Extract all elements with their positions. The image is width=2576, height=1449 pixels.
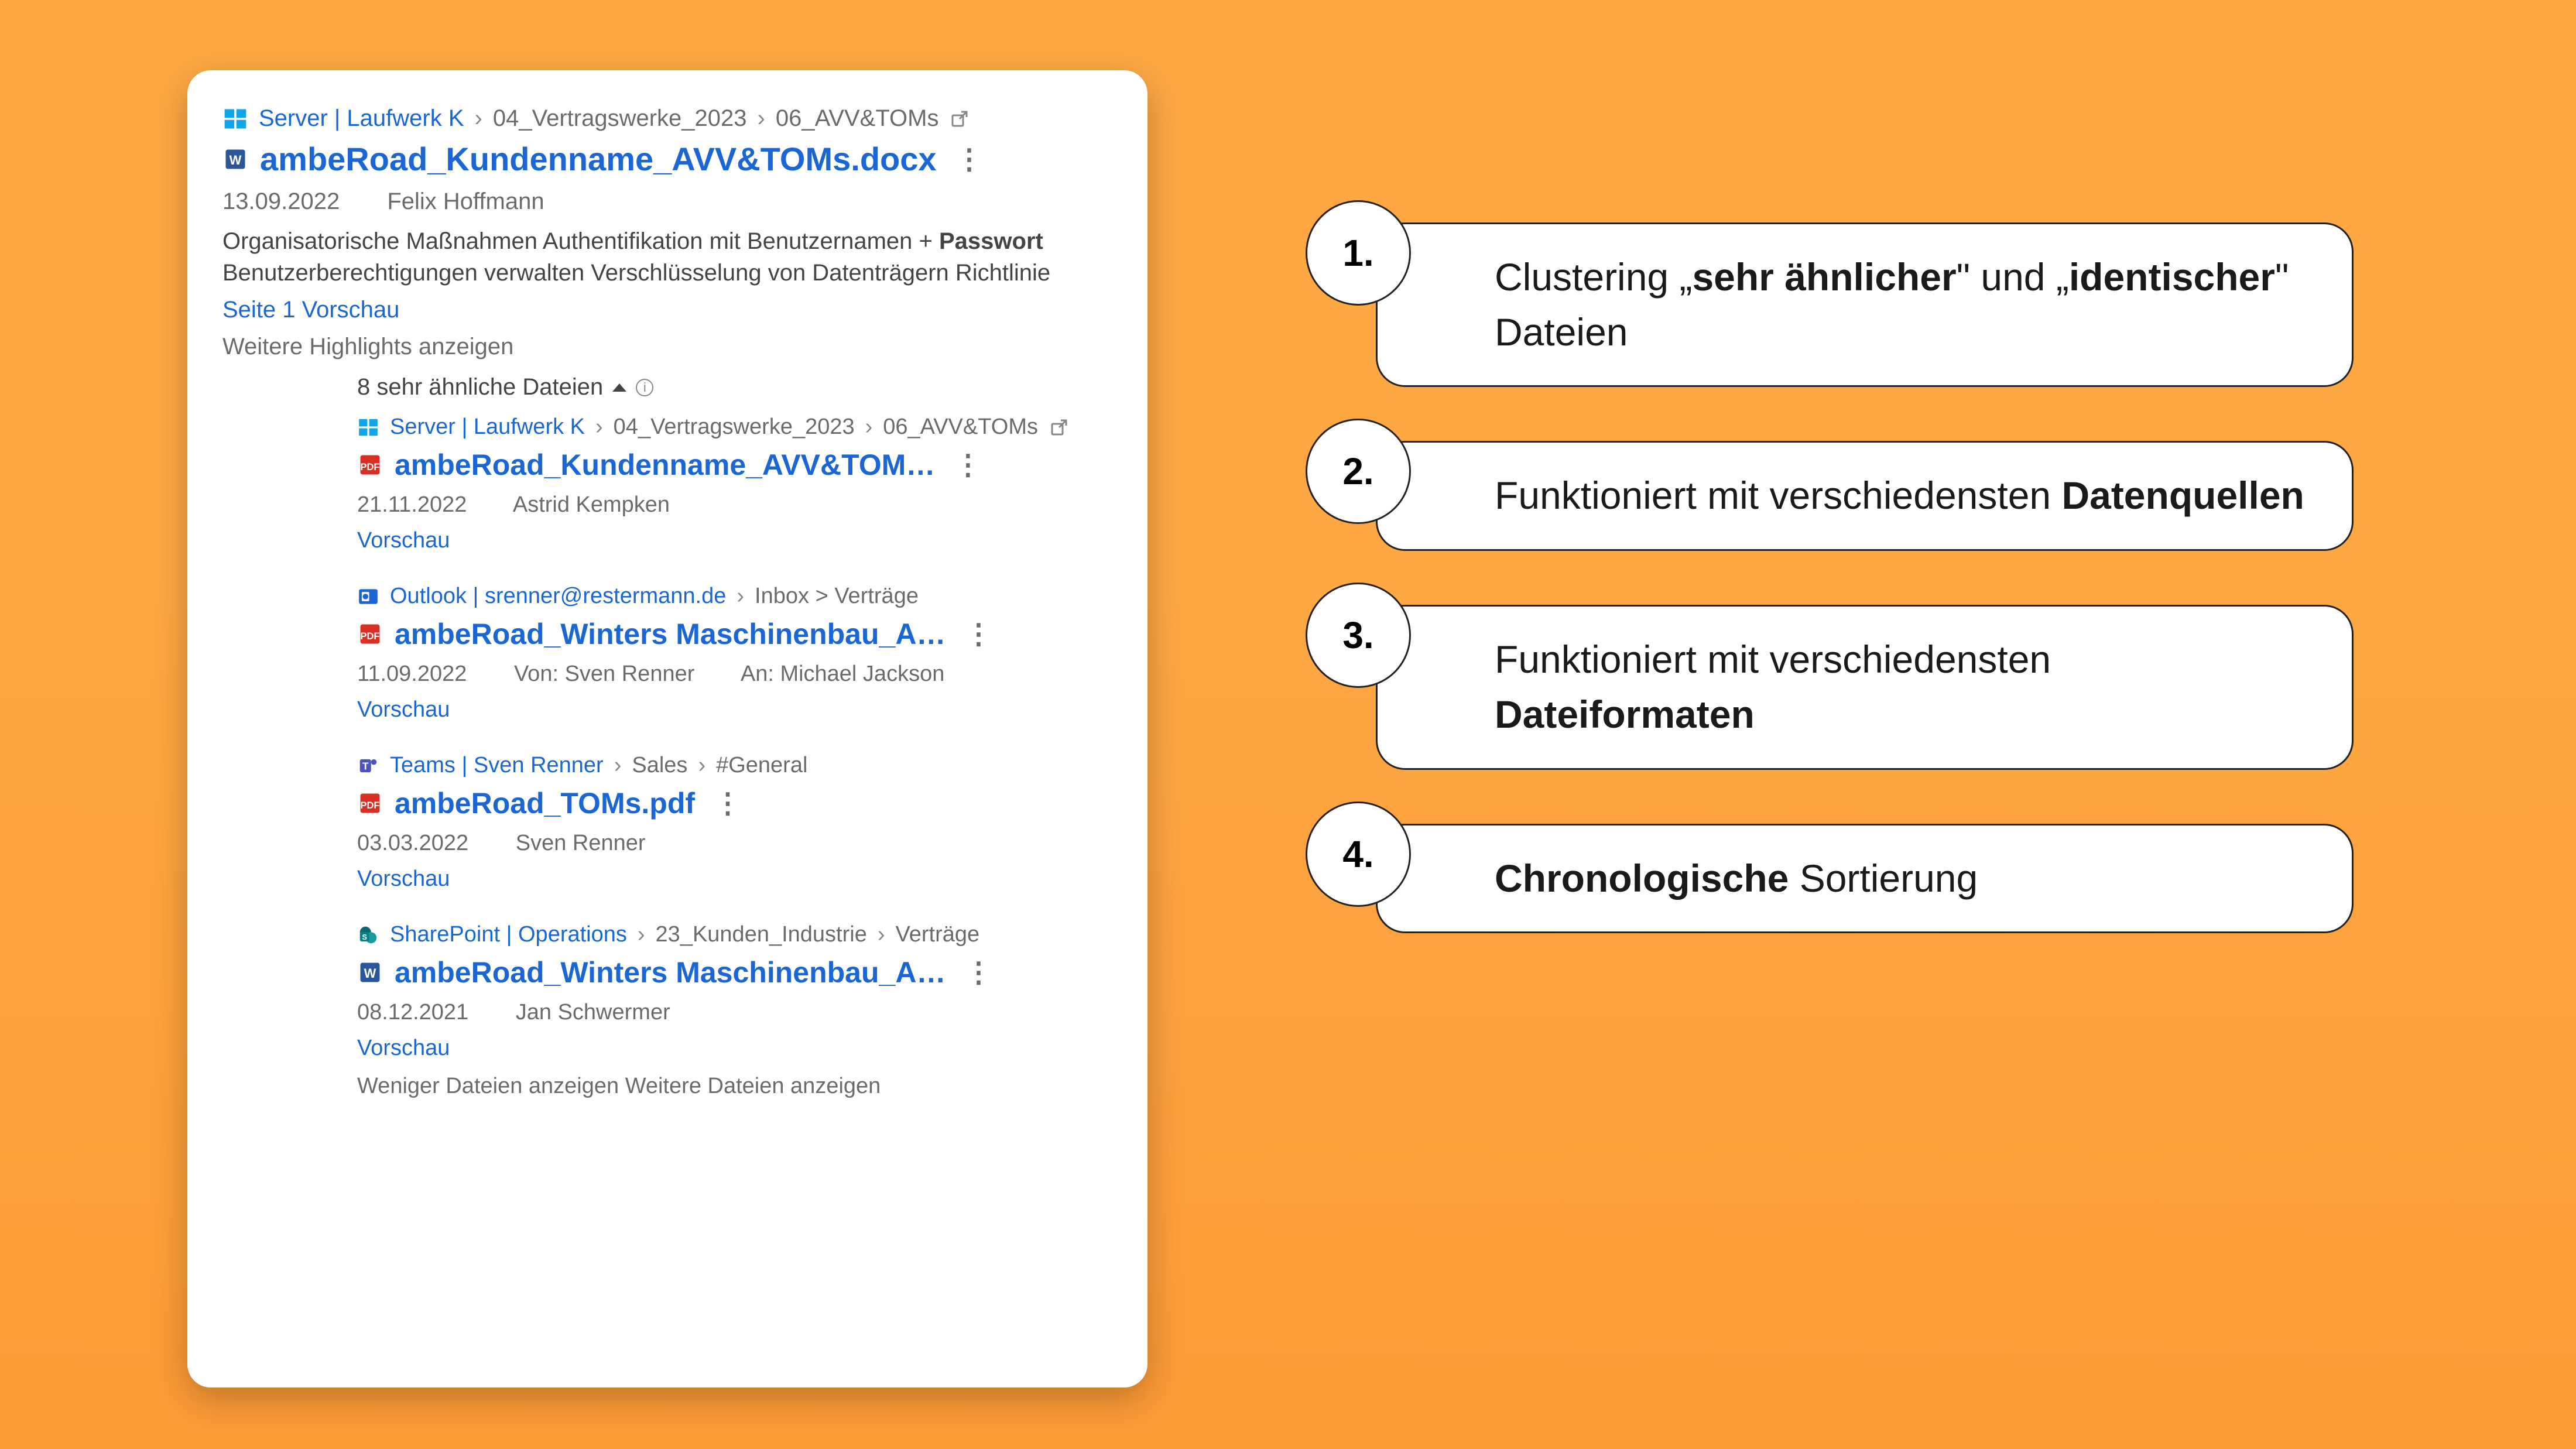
similar-file-item: Server | Laufwerk K › 04_Vertragswerke_2… bbox=[357, 415, 1112, 553]
callout-item: 2. Funktioniert mit verschiedensten Date… bbox=[1323, 441, 2354, 551]
callout-text: Chronologische Sortierung bbox=[1376, 824, 2354, 934]
callout-item: 1. Clustering „sehr ähnlicher" und „iden… bbox=[1323, 222, 2354, 387]
breadcrumb: Server | Laufwerk K › 04_Vertragswerke_2… bbox=[357, 415, 1112, 440]
result-date: 03.03.2022 bbox=[357, 831, 468, 855]
kebab-menu-icon[interactable]: ⋮ bbox=[957, 956, 999, 989]
callout-number: 4. bbox=[1306, 801, 1411, 907]
open-external-icon[interactable] bbox=[1049, 417, 1070, 438]
breadcrumb-source[interactable]: SharePoint | Operations bbox=[390, 922, 627, 947]
sharepoint-icon bbox=[357, 924, 379, 946]
result-meta: 08.12.2021 Jan Schwermer bbox=[357, 1000, 1112, 1025]
pdf-icon bbox=[357, 621, 383, 647]
callout-number: 3. bbox=[1306, 583, 1411, 688]
kebab-menu-icon[interactable]: ⋮ bbox=[948, 143, 991, 176]
info-icon[interactable]: i bbox=[636, 379, 653, 396]
breadcrumb-segment[interactable]: 23_Kunden_Industrie bbox=[656, 922, 867, 947]
breadcrumb-segment[interactable]: 04_Vertragswerke_2023 bbox=[493, 105, 747, 132]
callout-item: 4. Chronologische Sortierung bbox=[1323, 824, 2354, 934]
callout-number: 2. bbox=[1306, 419, 1411, 524]
chevron-icon: › bbox=[475, 105, 482, 132]
page-preview-link[interactable]: Seite 1 Vorschau bbox=[222, 297, 1112, 323]
preview-link[interactable]: Vorschau bbox=[357, 866, 1112, 892]
more-highlights-link[interactable]: Weitere Highlights anzeigen bbox=[222, 334, 1112, 360]
result-author: Sven Renner bbox=[516, 831, 646, 855]
pdf-icon bbox=[357, 790, 383, 816]
similar-file-item: Teams | Sven Renner › Sales › #General a… bbox=[357, 753, 1112, 892]
callout-item: 3. Funktioniert mit verschiedensten Date… bbox=[1323, 605, 2354, 769]
breadcrumb-segment[interactable]: 06_AVV&TOMs bbox=[883, 415, 1038, 440]
breadcrumb-source[interactable]: Server | Laufwerk K bbox=[259, 105, 464, 132]
result-meta: 03.03.2022 Sven Renner bbox=[357, 831, 1112, 856]
breadcrumb: Server | Laufwerk K › 04_Vertragswerke_2… bbox=[222, 105, 1112, 132]
result-author: Jan Schwermer bbox=[516, 1000, 670, 1025]
result-to: An: Michael Jackson bbox=[741, 662, 945, 686]
outlook-icon bbox=[357, 585, 379, 608]
result-title[interactable]: ambeRoad_TOMs.pdf bbox=[395, 786, 695, 820]
breadcrumb-source[interactable]: Server | Laufwerk K bbox=[390, 415, 585, 440]
result-title-row: ambeRoad_Winters Maschinenbau_A… ⋮ bbox=[357, 617, 1112, 651]
result-meta: 21.11.2022 Astrid Kempken bbox=[357, 492, 1112, 518]
result-date: 21.11.2022 bbox=[357, 492, 467, 517]
kebab-menu-icon[interactable]: ⋮ bbox=[707, 787, 749, 820]
result-author: Felix Hoffmann bbox=[387, 189, 544, 214]
result-title-row: ambeRoad_Kundenname_AVV&TOMs.docx ⋮ bbox=[222, 140, 1112, 178]
cluster-header[interactable]: 8 sehr ähnliche Dateien i bbox=[357, 374, 1112, 400]
breadcrumb-segment[interactable]: Verträge bbox=[896, 922, 980, 947]
callout-number: 1. bbox=[1306, 200, 1411, 306]
similar-file-item: SharePoint | Operations › 23_Kunden_Indu… bbox=[357, 922, 1112, 1061]
breadcrumb-segment[interactable]: 06_AVV&TOMs bbox=[776, 105, 939, 132]
breadcrumb-segment[interactable]: #General bbox=[716, 753, 807, 778]
result-date: 13.09.2022 bbox=[222, 189, 340, 214]
search-result-card: Server | Laufwerk K › 04_Vertragswerke_2… bbox=[187, 70, 1147, 1388]
result-author: Astrid Kempken bbox=[513, 492, 670, 517]
similar-files-list: Server | Laufwerk K › 04_Vertragswerke_2… bbox=[357, 415, 1112, 1061]
word-icon bbox=[357, 960, 383, 985]
pdf-icon bbox=[357, 452, 383, 478]
callout-text: Funktioniert mit verschiedensten Dateifo… bbox=[1376, 605, 2354, 769]
preview-link[interactable]: Vorschau bbox=[357, 528, 1112, 553]
cluster-footer-actions: Weniger Dateien anzeigen Weitere Dateien… bbox=[357, 1074, 1112, 1099]
word-icon bbox=[222, 146, 248, 172]
kebab-menu-icon[interactable]: ⋮ bbox=[957, 618, 999, 650]
breadcrumb-segment[interactable]: 04_Vertragswerke_2023 bbox=[614, 415, 855, 440]
preview-link[interactable]: Vorschau bbox=[357, 697, 1112, 722]
breadcrumb-source[interactable]: Teams | Sven Renner bbox=[390, 753, 604, 778]
show-fewer-link[interactable]: Weniger Dateien anzeigen bbox=[357, 1074, 619, 1098]
feature-callouts: 1. Clustering „sehr ähnlicher" und „iden… bbox=[1323, 222, 2354, 987]
open-external-icon[interactable] bbox=[949, 108, 970, 129]
result-title[interactable]: ambeRoad_Winters Maschinenbau_A… bbox=[395, 617, 946, 651]
breadcrumb-source[interactable]: Outlook | srenner@restermann.de bbox=[390, 584, 726, 609]
result-title[interactable]: ambeRoad_Kundenname_AVV&TOM… bbox=[395, 448, 935, 482]
windows-icon bbox=[222, 106, 248, 132]
result-title-row: ambeRoad_Kundenname_AVV&TOM… ⋮ bbox=[357, 448, 1112, 482]
breadcrumb-segment[interactable]: Sales bbox=[632, 753, 687, 778]
preview-link[interactable]: Vorschau bbox=[357, 1036, 1112, 1061]
callout-text: Clustering „sehr ähnlicher" und „identis… bbox=[1376, 222, 2354, 387]
result-date: 11.09.2022 bbox=[357, 662, 467, 686]
breadcrumb: Outlook | srenner@restermann.de › Inbox … bbox=[357, 584, 1112, 609]
show-more-link[interactable]: Weitere Dateien anzeigen bbox=[625, 1074, 881, 1098]
caret-up-icon bbox=[612, 383, 626, 392]
breadcrumb: SharePoint | Operations › 23_Kunden_Indu… bbox=[357, 922, 1112, 947]
result-date: 08.12.2021 bbox=[357, 1000, 468, 1025]
result-title-row: ambeRoad_Winters Maschinenbau_A… ⋮ bbox=[357, 955, 1112, 989]
result-meta: 13.09.2022 Felix Hoffmann bbox=[222, 189, 1112, 215]
result-from: Von: Sven Renner bbox=[514, 662, 694, 686]
breadcrumb-segment[interactable]: Inbox > Verträge bbox=[755, 584, 919, 609]
result-title[interactable]: ambeRoad_Kundenname_AVV&TOMs.docx bbox=[260, 140, 937, 178]
chevron-icon: › bbox=[758, 105, 765, 132]
result-meta: 11.09.2022 Von: Sven Renner An: Michael … bbox=[357, 662, 1112, 687]
result-title-row: ambeRoad_TOMs.pdf ⋮ bbox=[357, 786, 1112, 820]
similar-file-item: Outlook | srenner@restermann.de › Inbox … bbox=[357, 584, 1112, 722]
result-snippet: Organisatorische Maßnahmen Authentifikat… bbox=[222, 225, 1112, 289]
result-title[interactable]: ambeRoad_Winters Maschinenbau_A… bbox=[395, 955, 946, 989]
breadcrumb: Teams | Sven Renner › Sales › #General bbox=[357, 753, 1112, 778]
teams-icon bbox=[357, 755, 379, 777]
windows-icon bbox=[357, 416, 379, 439]
callout-text: Funktioniert mit verschiedensten Datenqu… bbox=[1376, 441, 2354, 551]
kebab-menu-icon[interactable]: ⋮ bbox=[947, 448, 989, 481]
cluster-count-label: 8 sehr ähnliche Dateien bbox=[357, 374, 603, 400]
